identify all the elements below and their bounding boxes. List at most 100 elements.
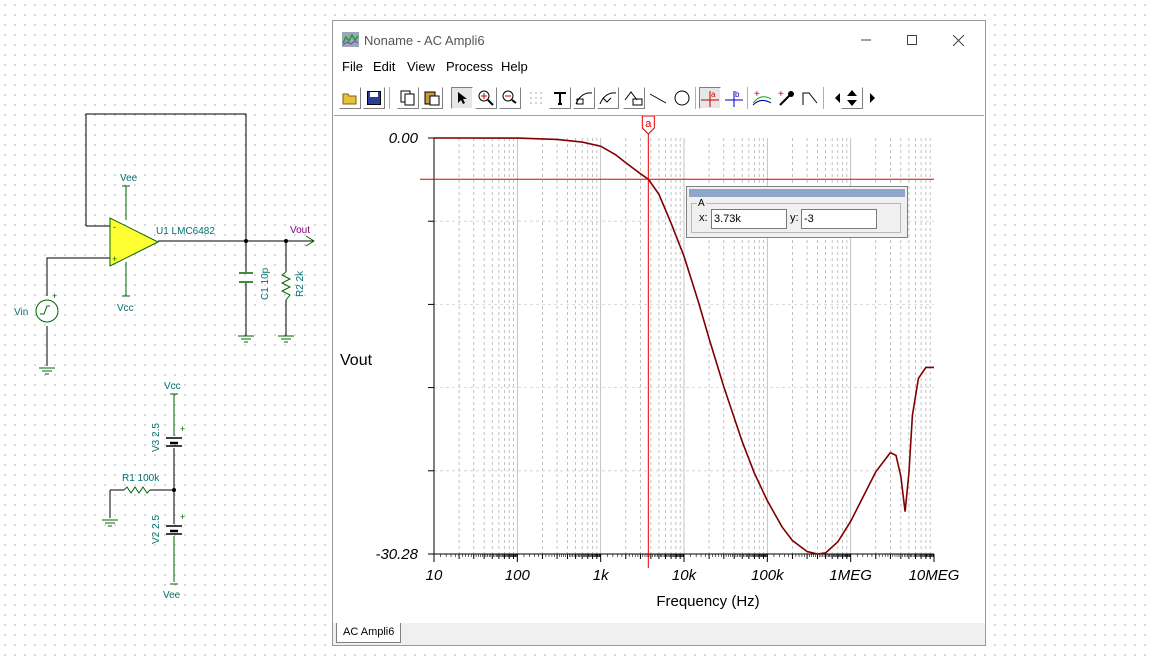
arrow-right-icon (870, 93, 875, 103)
toolbar: a b + + (333, 79, 985, 115)
save-button[interactable] (363, 87, 385, 109)
svg-text:-: - (113, 222, 116, 232)
zoom-in-button[interactable] (475, 87, 497, 109)
arrow-right-button[interactable] (861, 87, 883, 109)
zoom-in-icon (478, 90, 494, 106)
x-tick-label: 100 (505, 567, 531, 584)
svg-text:a: a (711, 90, 716, 99)
svg-text:b: b (735, 90, 740, 99)
zoom-100-icon (502, 90, 517, 104)
circle-icon (674, 90, 690, 106)
curve-label-button[interactable] (573, 87, 595, 109)
probe-icon: + (778, 89, 794, 106)
resistor-r2[interactable]: R2 2k (280, 270, 306, 301)
cursor-b-button[interactable]: b (723, 87, 745, 109)
plot-area[interactable]: 0.00 -30.28 10 100 1k 10k 100k 1MEG 10MEG Vout Fre… (334, 115, 984, 623)
x-tick-label: 100k (751, 567, 785, 584)
svg-text:Vin: Vin (14, 307, 28, 318)
copy-icon (400, 90, 415, 106)
y-axis-label: Vout (340, 352, 373, 369)
vout-terminal[interactable]: Vout (290, 225, 315, 247)
pointer-button[interactable] (451, 87, 473, 109)
svg-text:Vee: Vee (163, 590, 181, 601)
schematic: Vee Vcc - + U1 LMC6482 Vout C1 10p R2 2k… (14, 113, 315, 601)
x-axis-label: Frequency (Hz) (656, 593, 759, 610)
zoom-100-button[interactable] (499, 87, 521, 109)
svg-text:+: + (180, 424, 185, 434)
probe-button[interactable]: + (775, 87, 797, 109)
line-button[interactable] (647, 87, 669, 109)
resistor-r1[interactable]: R1 100k (109, 473, 174, 518)
menu-help[interactable]: Help (501, 59, 528, 74)
menu-view[interactable]: View (407, 59, 435, 74)
svg-text:R1 100k: R1 100k (122, 473, 160, 484)
x-tick-label: 1MEG (829, 567, 872, 584)
vee-opamp-pin: Vee (120, 173, 138, 220)
grid-icon (530, 92, 542, 104)
menu-process[interactable]: Process (446, 59, 493, 74)
vcc-opamp-pin: Vcc (117, 262, 134, 314)
cursor-readout-titlebar[interactable] (689, 189, 905, 197)
close-button[interactable] (935, 29, 981, 51)
cursor-x-input[interactable] (711, 209, 787, 229)
circle-button[interactable] (671, 87, 693, 109)
maximize-icon (907, 35, 917, 45)
arrow-updown-icon (847, 90, 857, 106)
menu-edit[interactable]: Edit (373, 59, 395, 74)
wave-label-button[interactable] (623, 87, 645, 109)
svg-text:C1 10p: C1 10p (260, 267, 271, 300)
battery-v2[interactable]: + V2 2.5 (151, 490, 185, 582)
capacitor-c1[interactable]: C1 10p (239, 267, 271, 300)
open-button[interactable] (339, 87, 361, 109)
ac-analysis-window: Noname - AC Ampli6 File Edit View Proces… (332, 20, 986, 646)
status-bar: AC Ampli6 (333, 623, 985, 645)
copy-button[interactable] (397, 87, 419, 109)
ground-symbol (39, 367, 55, 375)
y-tick-label: 0.00 (389, 130, 419, 147)
x-tick-label: 1k (593, 567, 610, 584)
svg-text:+: + (180, 512, 185, 522)
svg-text:+: + (778, 89, 784, 100)
svg-text:Vee: Vee (120, 173, 138, 184)
grid-button[interactable] (525, 87, 547, 109)
curve-label-2-icon (599, 92, 617, 105)
cursor-a-icon: a (701, 90, 719, 107)
menu-file[interactable]: File (342, 59, 363, 74)
paste-icon (424, 91, 440, 106)
app-icon (342, 32, 359, 47)
svg-text:+: + (112, 254, 117, 264)
step-button[interactable] (799, 87, 821, 109)
svg-text:+: + (754, 89, 760, 100)
cursor-readout-legend: A (697, 198, 706, 209)
cursor-readout-panel[interactable]: A x: y: (686, 186, 908, 238)
curve-label-icon (575, 92, 593, 105)
text-button[interactable] (549, 87, 571, 109)
vcc-supply-label: Vcc (164, 381, 181, 395)
save-icon (367, 91, 381, 105)
window-title: Noname - AC Ampli6 (364, 33, 485, 48)
svg-text:R2 2k: R2 2k (295, 270, 306, 297)
vee-supply-label: Vee (163, 583, 181, 601)
ground-symbol (102, 519, 118, 527)
add-curve-icon: + (752, 89, 772, 106)
maximize-button[interactable] (889, 29, 935, 51)
cursor-x-label: x: (699, 212, 708, 224)
cursor-a-button[interactable]: a (699, 87, 721, 109)
curve-label-2-button[interactable] (597, 87, 619, 109)
svg-text:Vcc: Vcc (117, 303, 134, 314)
wave-label-icon (624, 91, 643, 106)
paste-button[interactable] (421, 87, 443, 109)
ground-symbol (278, 335, 294, 343)
vin-source[interactable]: + Vin (14, 291, 59, 323)
svg-text:Vout: Vout (290, 225, 310, 236)
arrow-updown-button[interactable] (841, 87, 863, 109)
opamp-u1[interactable]: - + U1 LMC6482 (109, 217, 215, 267)
svg-text:+: + (52, 291, 57, 301)
step-icon (802, 92, 818, 105)
tab-ac-ampli6[interactable]: AC Ampli6 (336, 623, 402, 643)
add-curve-button[interactable]: + (751, 87, 773, 109)
minimize-button[interactable] (843, 29, 889, 51)
title-bar[interactable]: Noname - AC Ampli6 (333, 21, 985, 57)
cursor-y-input[interactable] (801, 209, 877, 229)
close-icon (952, 34, 964, 46)
